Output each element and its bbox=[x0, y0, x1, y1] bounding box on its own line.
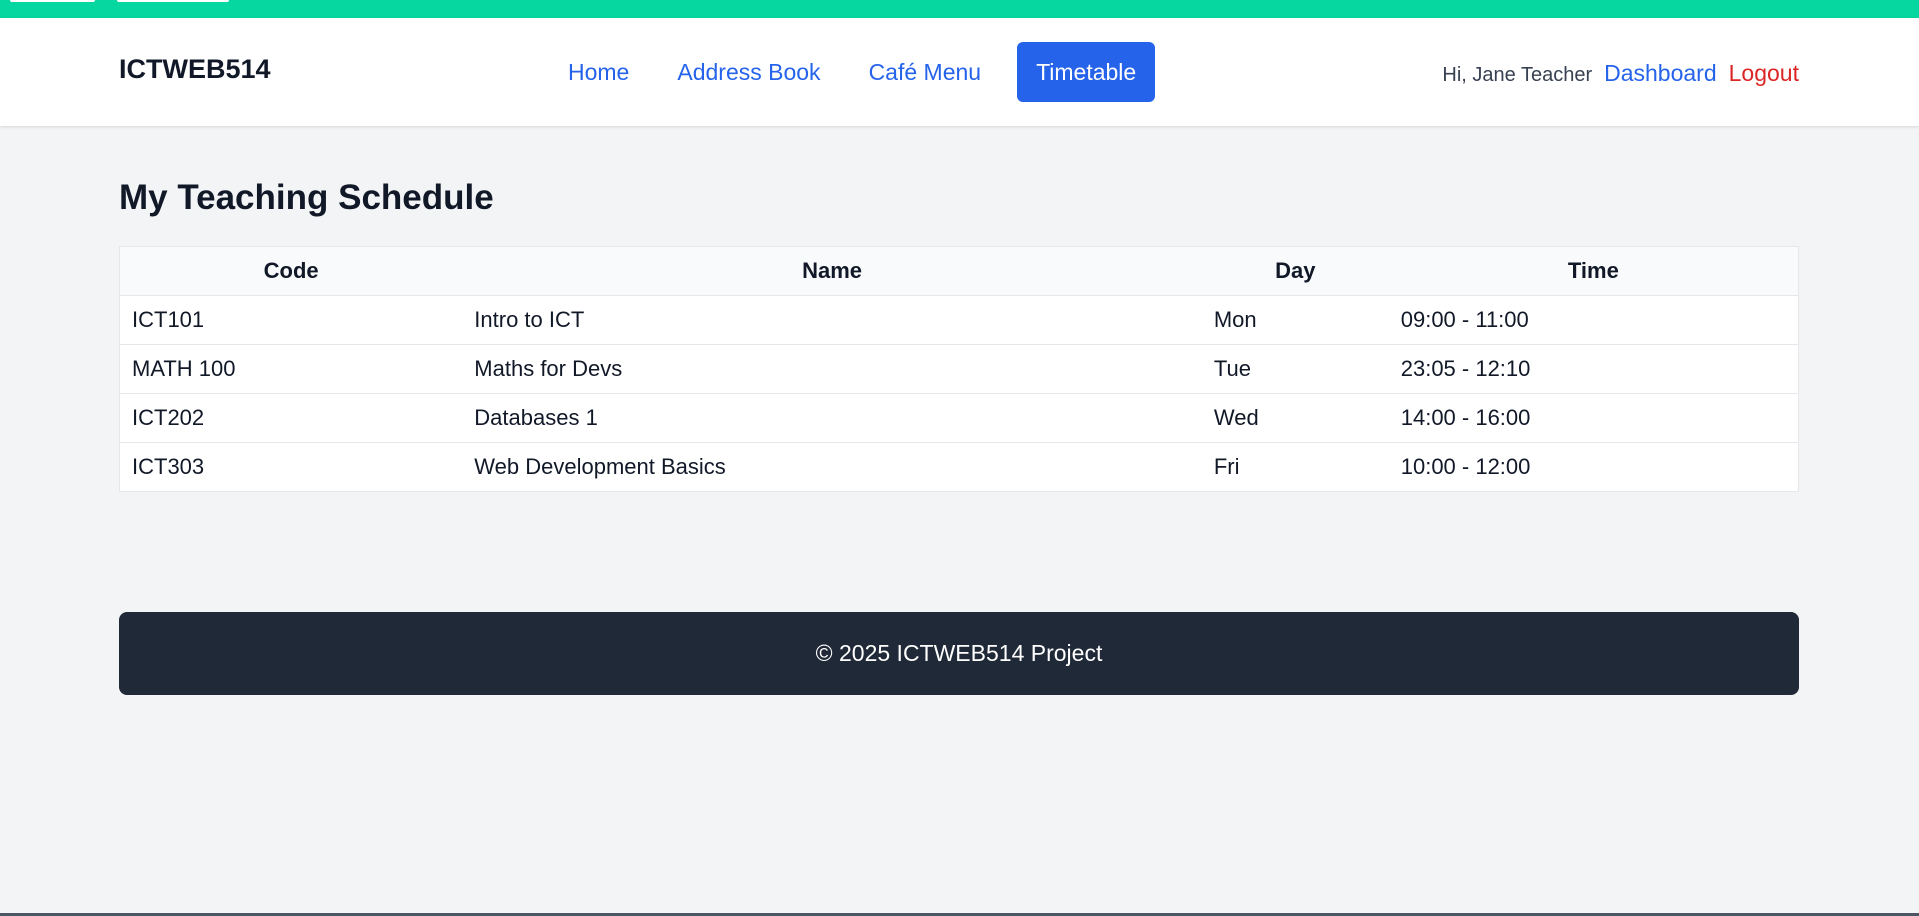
dashboard-link[interactable]: Dashboard bbox=[1604, 60, 1717, 87]
cell-code: ICT303 bbox=[132, 454, 205, 479]
table-row: ICT101 Intro to ICT Mon 09:00 - 11:00 bbox=[119, 295, 1799, 345]
table-row: ICT202 Databases 1 Wed 14:00 - 16:00 bbox=[119, 393, 1799, 443]
cell-time: 23:05 - 12:10 bbox=[1388, 344, 1799, 394]
nav-link-timetable[interactable]: Timetable bbox=[1017, 42, 1156, 102]
page-title: My Teaching Schedule bbox=[119, 178, 494, 217]
navbar: ICTWEB514 Home Address Book Café Menu Ti… bbox=[0, 18, 1919, 126]
brand-logo[interactable]: ICTWEB514 bbox=[119, 54, 271, 85]
browser-tab-stub bbox=[117, 0, 229, 2]
nav-link-address-book[interactable]: Address Book bbox=[665, 42, 832, 102]
logout-link[interactable]: Logout bbox=[1729, 60, 1799, 87]
cell-day: Mon bbox=[1201, 295, 1389, 345]
cell-day: Wed bbox=[1201, 393, 1389, 443]
cell-code: ICT202 bbox=[119, 393, 463, 443]
cell-name: Web Development Basics bbox=[474, 454, 726, 479]
top-accent-bar bbox=[0, 0, 1919, 18]
table-row: ICT303 Web Development Basics Fri 10:00 … bbox=[120, 443, 1799, 492]
cell-time: 10:00 - 12:00 bbox=[1400, 454, 1531, 479]
cell-name: Maths for Devs bbox=[462, 344, 1202, 394]
header-code: Code bbox=[119, 246, 463, 296]
user-greeting: Hi, Jane Teacher bbox=[1442, 64, 1593, 86]
cell-code: ICT101 bbox=[119, 295, 463, 345]
header-day: Day bbox=[1201, 246, 1389, 296]
cell-day: Fri bbox=[1213, 454, 1240, 479]
schedule-table: Code Name Day Time ICT101 Intro to ICT M… bbox=[119, 246, 1799, 492]
cell-code: MATH 100 bbox=[119, 344, 463, 394]
cell-name: Databases 1 bbox=[462, 393, 1202, 443]
header-time: Time bbox=[1388, 246, 1799, 296]
cell-time: 14:00 - 16:00 bbox=[1388, 393, 1799, 443]
nav-links: Home Address Book Café Menu Timetable bbox=[556, 42, 1156, 102]
cell-day: Tue bbox=[1201, 344, 1389, 394]
table-header-row: Code Name Day Time bbox=[119, 246, 1799, 296]
nav-link-cafe-menu[interactable]: Café Menu bbox=[857, 42, 994, 102]
footer: © 2025 ICTWEB514 Project bbox=[119, 612, 1799, 695]
nav-link-home[interactable]: Home bbox=[556, 42, 641, 102]
cell-time: 09:00 - 11:00 bbox=[1388, 295, 1799, 345]
cell-name: Intro to ICT bbox=[462, 295, 1202, 345]
browser-tab-stub bbox=[10, 0, 95, 2]
table-row: MATH 100 Maths for Devs Tue 23:05 - 12:1… bbox=[119, 344, 1799, 394]
header-name: Name bbox=[462, 246, 1202, 296]
user-area: Hi, Jane Teacher Dashboard Logout bbox=[1442, 60, 1799, 87]
